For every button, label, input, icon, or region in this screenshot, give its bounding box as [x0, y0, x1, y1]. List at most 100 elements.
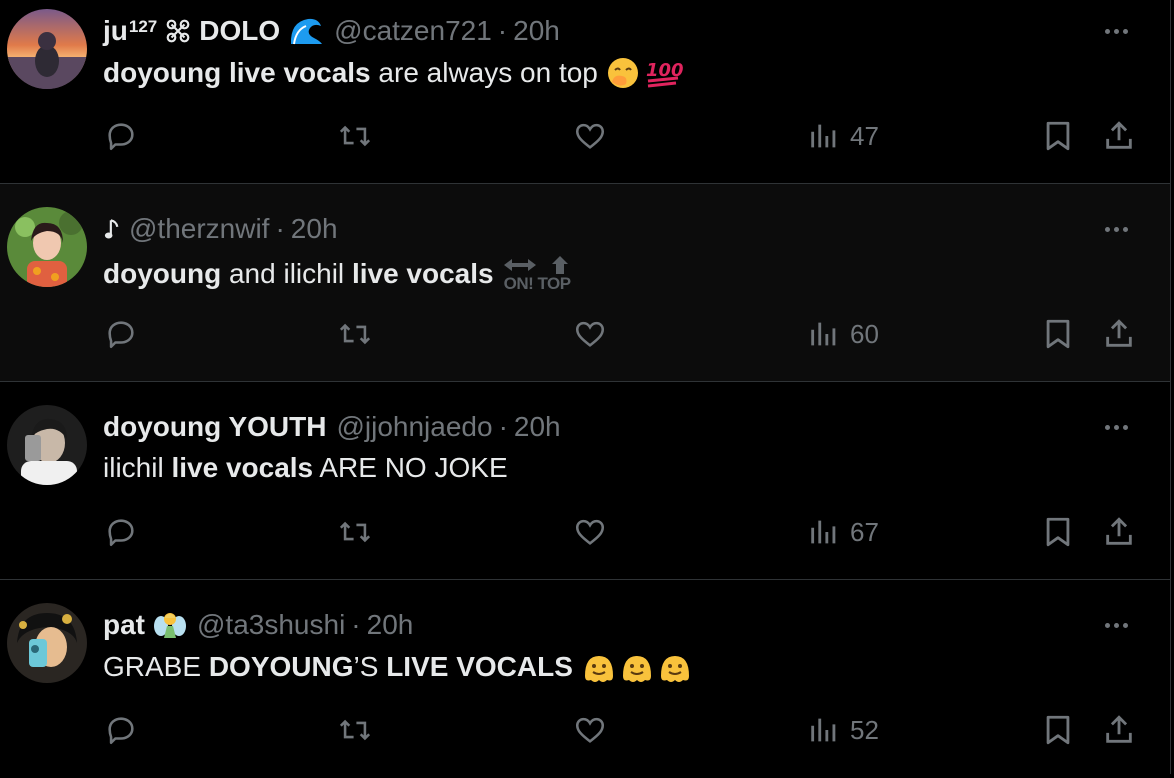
bookmark-button[interactable]: [1043, 116, 1073, 156]
avatar[interactable]: [7, 9, 87, 89]
display-name-sup: 127: [128, 17, 158, 36]
heart-icon: [575, 123, 605, 149]
text-bold: DOYOUNG: [208, 651, 354, 682]
knot-icon: [166, 19, 190, 43]
reply-icon: [108, 519, 134, 547]
more-options-button[interactable]: [1096, 412, 1136, 442]
tweet-text: doyoung and ilichil live vocals ON! TOP: [103, 254, 582, 294]
share-button[interactable]: [1102, 710, 1136, 750]
display-name-main: ju: [103, 15, 128, 46]
reply-icon: [108, 321, 134, 349]
timestamp[interactable]: 20h: [291, 213, 338, 245]
tweet-header: ju 127 DOLO @catzen721 · 20h: [103, 12, 560, 50]
share-button[interactable]: [1102, 314, 1136, 354]
reply-button[interactable]: [104, 116, 138, 156]
on-top-text: ON! TOP: [503, 274, 572, 293]
like-button[interactable]: [572, 116, 608, 156]
like-button[interactable]: [572, 314, 608, 354]
views-button[interactable]: 52: [808, 710, 879, 750]
heart-icon: [575, 519, 605, 545]
reply-button[interactable]: [104, 710, 138, 750]
tweet-actions: 47: [0, 116, 1170, 156]
text-bold: live vocals: [171, 452, 314, 483]
avatar[interactable]: [7, 207, 87, 287]
share-button[interactable]: [1102, 116, 1136, 156]
views-count: 67: [850, 516, 879, 547]
views-icon: [811, 322, 836, 346]
timestamp[interactable]: 20h: [513, 15, 560, 47]
bookmark-button[interactable]: [1043, 512, 1073, 552]
face-with-hand-emoji: [607, 58, 638, 88]
repost-icon: [339, 719, 371, 741]
avatar[interactable]: [7, 603, 87, 683]
tweet[interactable]: doyoung YOUTH @jjohnjaedo · 20h ilichil …: [0, 382, 1170, 580]
heart-icon: [575, 321, 605, 347]
heart-icon: [575, 717, 605, 743]
avatar[interactable]: [7, 405, 87, 485]
text-bold: LIVE VOCALS: [386, 651, 573, 682]
text-plain: ARE NO JOKE: [313, 452, 508, 483]
display-name-suffix: DOLO: [199, 15, 281, 46]
timestamp[interactable]: 20h: [367, 609, 414, 641]
more-options-button[interactable]: [1096, 610, 1136, 640]
separator-dot: ·: [275, 213, 285, 244]
tweet[interactable]: @therznwif · 20h doyoung and ilichil liv…: [0, 184, 1170, 382]
repost-icon: [339, 323, 371, 345]
share-icon: [1106, 319, 1132, 347]
text-bold: doyoung live vocals: [103, 57, 371, 88]
music-note-icon: [104, 219, 119, 239]
bookmark-icon: [1046, 319, 1070, 349]
share-button[interactable]: [1102, 512, 1136, 552]
tweet-text: GRABE DOYOUNG ’S LIVE VOCALS: [103, 650, 693, 684]
text-bold: doyoung: [103, 258, 222, 289]
melting-face-emoji: [622, 656, 651, 682]
tweet-actions: 52: [0, 710, 1170, 750]
separator-dot: ·: [497, 15, 508, 46]
tweet-text: doyoung live vocals are always on top 10…: [103, 56, 684, 90]
views-button[interactable]: 47: [808, 116, 879, 156]
tweet[interactable]: ju 127 DOLO @catzen721 · 20h doyoung liv…: [0, 0, 1170, 184]
reply-icon: [108, 717, 134, 745]
views-count: 60: [850, 318, 879, 349]
bookmark-button[interactable]: [1043, 710, 1073, 750]
handle[interactable]: @therznwif: [129, 213, 269, 245]
reply-button[interactable]: [104, 512, 138, 552]
like-button[interactable]: [572, 710, 608, 750]
repost-button[interactable]: [336, 314, 374, 354]
views-button[interactable]: 67: [808, 512, 879, 552]
bookmark-icon: [1046, 715, 1070, 745]
bookmark-button[interactable]: [1043, 314, 1073, 354]
repost-button[interactable]: [336, 116, 374, 156]
display-name[interactable]: [103, 216, 127, 242]
tweet-text: ilichil live vocals ARE NO JOKE: [103, 452, 508, 484]
more-options-button[interactable]: [1096, 214, 1136, 244]
melting-face-emoji: [584, 656, 613, 682]
display-name[interactable]: ju 127 DOLO: [103, 15, 324, 47]
display-name[interactable]: pat: [103, 608, 187, 642]
tweet-actions: 60: [0, 314, 1170, 354]
reply-button[interactable]: [104, 314, 138, 354]
repost-button[interactable]: [336, 710, 374, 750]
timestamp[interactable]: 20h: [514, 411, 561, 443]
share-icon: [1106, 715, 1132, 743]
tweet[interactable]: pat @ta3shushi · 20h GRABE DOYOUNG ’S LIV…: [0, 580, 1170, 778]
repost-icon: [339, 521, 371, 543]
more-options-button[interactable]: [1096, 16, 1136, 46]
handle[interactable]: @ta3shushi: [197, 609, 345, 641]
separator-dot: ·: [351, 609, 361, 640]
repost-button[interactable]: [336, 512, 374, 552]
tweet-header: doyoung YOUTH @jjohnjaedo · 20h: [103, 408, 561, 446]
display-name-main: pat: [103, 609, 145, 640]
text-plain: and ilichil: [221, 258, 352, 289]
views-button[interactable]: 60: [808, 314, 879, 354]
share-icon: [1106, 517, 1132, 545]
on-top-emoji: ON! TOP: [502, 254, 582, 294]
display-name[interactable]: doyoung YOUTH: [103, 411, 326, 443]
reply-icon: [108, 123, 134, 151]
text-plain: ’S: [353, 651, 387, 682]
bookmark-icon: [1046, 517, 1070, 547]
like-button[interactable]: [572, 512, 608, 552]
handle[interactable]: @jjohnjaedo: [336, 411, 492, 443]
handle[interactable]: @catzen721: [334, 15, 492, 47]
tweet-header: pat @ta3shushi · 20h: [103, 606, 413, 644]
